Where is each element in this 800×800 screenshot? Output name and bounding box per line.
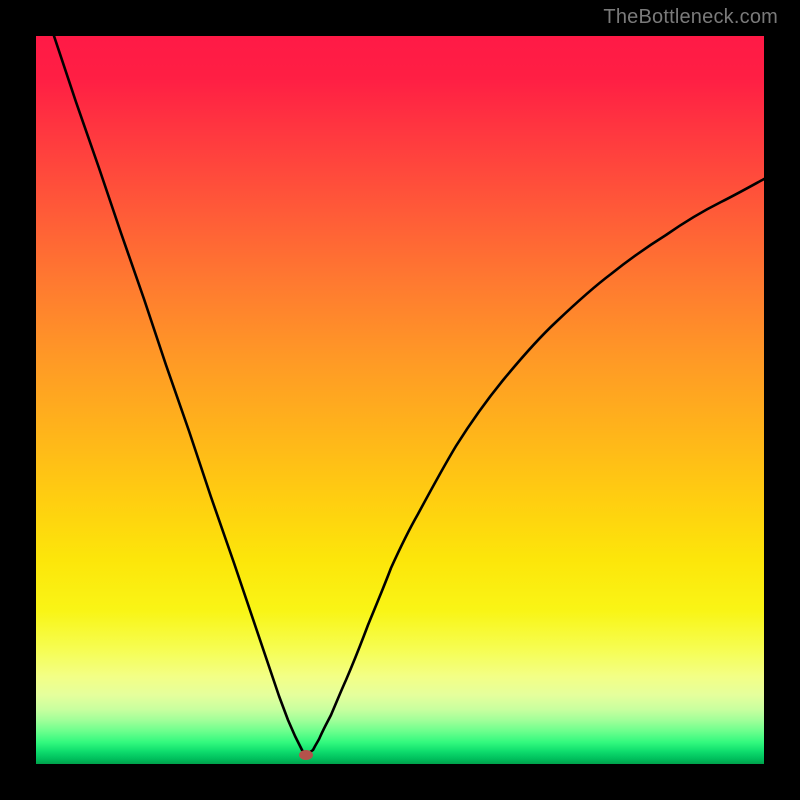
plot-area — [36, 36, 764, 764]
bottleneck-curve — [54, 36, 764, 755]
chart-frame: TheBottleneck.com — [0, 0, 800, 800]
watermark-text: TheBottleneck.com — [603, 6, 778, 29]
min-marker-dot — [299, 750, 313, 760]
curve-layer — [36, 36, 764, 764]
